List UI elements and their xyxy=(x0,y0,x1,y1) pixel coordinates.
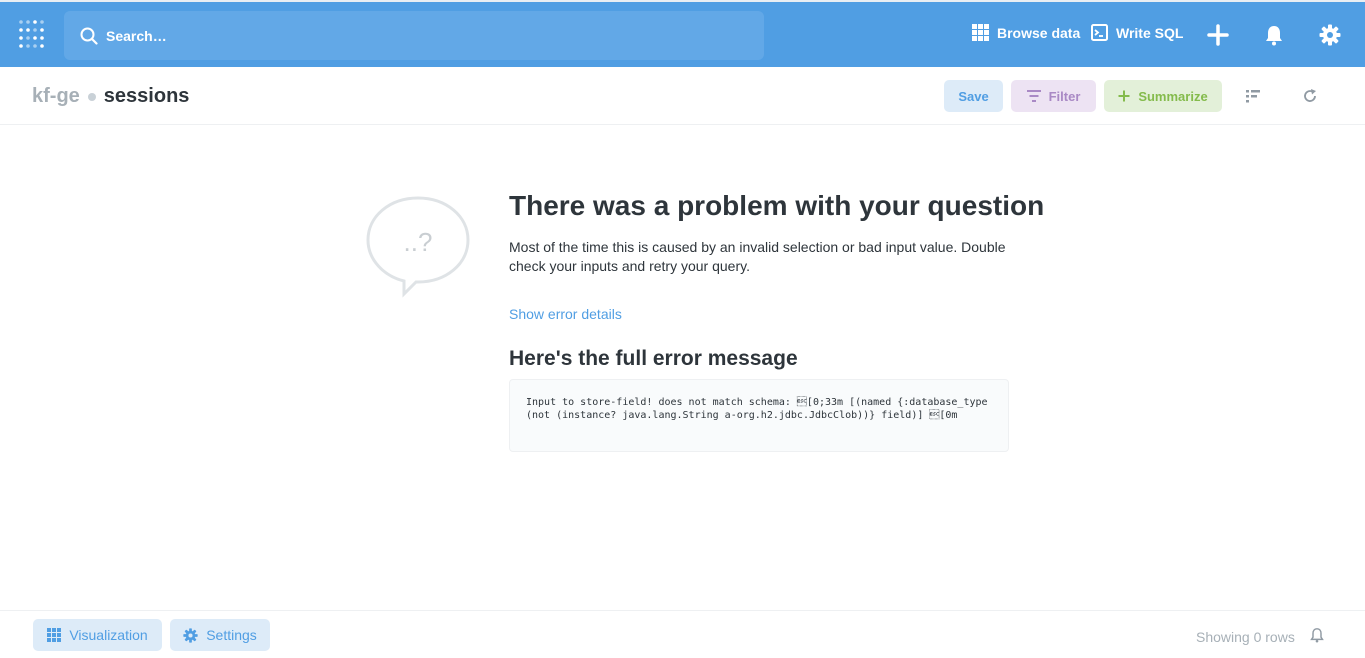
write-sql-label: Write SQL xyxy=(1116,24,1184,41)
search-icon xyxy=(80,27,98,45)
breadcrumb: kf-ge sessions xyxy=(32,85,189,108)
add-icon[interactable] xyxy=(1207,24,1229,46)
write-sql-button[interactable]: Write SQL xyxy=(1091,24,1183,41)
top-nav: Browse data Write SQL xyxy=(0,0,1365,67)
breadcrumb-database[interactable]: kf-ge xyxy=(32,85,80,108)
metabase-logo-icon[interactable] xyxy=(18,18,46,50)
view-footer: Visualization Settings Showing 0 rows xyxy=(0,610,1365,658)
grid-icon xyxy=(972,24,989,41)
filter-button[interactable]: Filter xyxy=(1011,80,1096,112)
show-error-details-link[interactable]: Show error details xyxy=(509,306,622,322)
error-subtitle: Here's the full error message xyxy=(509,347,798,370)
table-grid-icon xyxy=(47,628,62,642)
breadcrumb-table[interactable]: sessions xyxy=(104,85,190,108)
visualization-label: Visualization xyxy=(69,627,148,643)
save-button[interactable]: Save xyxy=(944,80,1003,112)
gear-icon xyxy=(183,627,198,643)
save-label: Save xyxy=(958,88,989,104)
question-bubble-icon: ..? xyxy=(366,196,470,298)
question-header: kf-ge sessions Save Filter Summarize xyxy=(0,67,1365,125)
search-input[interactable] xyxy=(106,27,746,44)
error-message: Input to store-field! does not match sch… xyxy=(526,397,994,421)
error-title: There was a problem with your question xyxy=(509,190,1045,221)
terminal-icon xyxy=(1091,24,1108,41)
summarize-label: Summarize xyxy=(1138,88,1208,104)
bubble-text: ..? xyxy=(404,227,433,257)
browse-data-label: Browse data xyxy=(997,24,1081,41)
filter-label: Filter xyxy=(1048,88,1081,104)
error-message-box: Input to store-field! does not match sch… xyxy=(509,379,1009,452)
summarize-button[interactable]: Summarize xyxy=(1104,80,1222,112)
row-count: Showing 0 rows xyxy=(1196,629,1295,645)
error-description: Most of the time this is caused by an in… xyxy=(509,239,1006,274)
search-bar[interactable] xyxy=(64,11,764,60)
visualization-button[interactable]: Visualization xyxy=(33,619,162,651)
settings-label: Settings xyxy=(206,627,257,643)
plus-icon xyxy=(1118,90,1130,102)
filter-icon xyxy=(1026,90,1041,102)
alert-bell-icon[interactable] xyxy=(1309,627,1325,643)
settings-button[interactable]: Settings xyxy=(170,619,270,651)
gear-icon[interactable] xyxy=(1319,24,1341,46)
breadcrumb-separator xyxy=(87,92,96,101)
bell-icon[interactable] xyxy=(1263,24,1285,46)
browse-data-button[interactable]: Browse data xyxy=(972,24,1080,41)
notebook-icon[interactable] xyxy=(1245,87,1263,105)
refresh-icon[interactable] xyxy=(1301,87,1319,105)
